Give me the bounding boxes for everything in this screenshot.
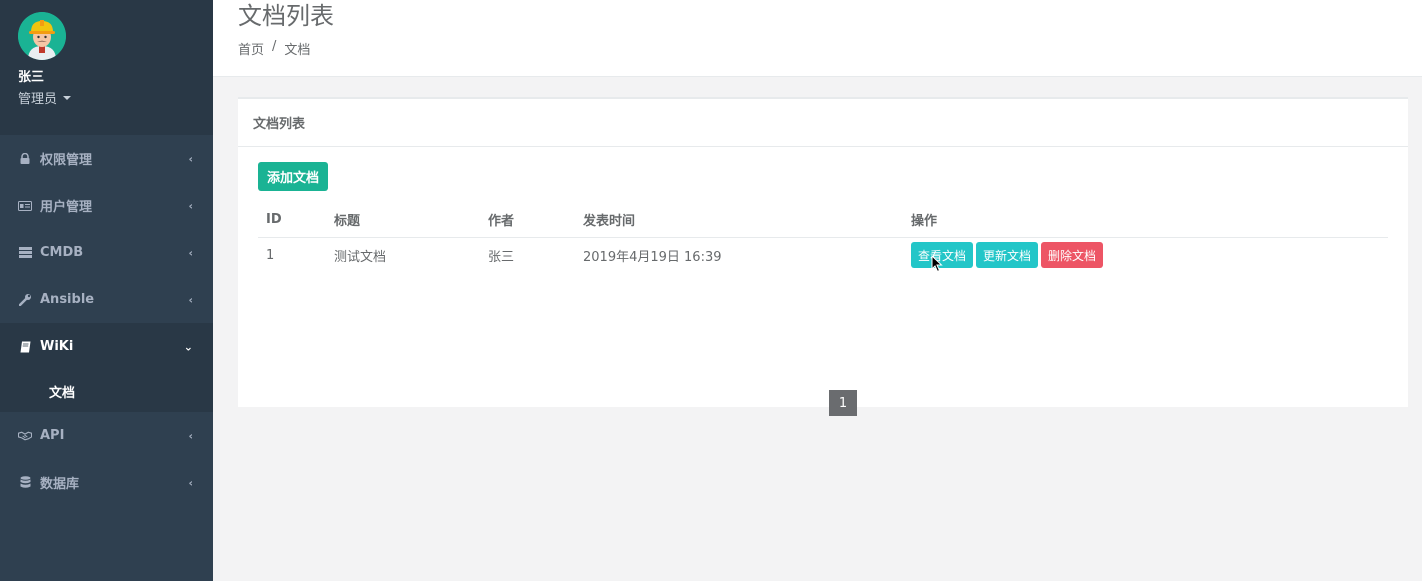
sidebar-subitem-label: 文档 bbox=[49, 385, 76, 401]
profile-name: 张三 bbox=[18, 70, 45, 85]
breadcrumb-current: 文档 bbox=[284, 43, 311, 58]
cell-actions: 查看文档 更新文档 删除文档 bbox=[903, 237, 1388, 273]
chevron-left-icon: ‹ bbox=[188, 429, 193, 442]
add-document-button[interactable]: 添加文档 bbox=[258, 162, 329, 191]
sidebar-item-api[interactable]: API ‹ bbox=[0, 412, 213, 459]
column-header-author: 作者 bbox=[480, 203, 575, 238]
sidebar: 张三 管理员 权限管理 ‹ 用户管理 ‹ CMDB ‹ Ansible ‹ Wi… bbox=[0, 0, 213, 581]
id-card-icon bbox=[18, 199, 32, 213]
chevron-left-icon: ‹ bbox=[188, 199, 193, 212]
cell-author: 张三 bbox=[488, 249, 515, 265]
book-icon bbox=[18, 340, 32, 354]
profile-role-dropdown[interactable]: 管理员 bbox=[18, 88, 195, 107]
sidebar-item-label: 权限管理 bbox=[40, 153, 93, 168]
view-document-button[interactable]: 查看文档 bbox=[911, 242, 974, 269]
avatar[interactable] bbox=[18, 12, 66, 60]
sidebar-nav: 权限管理 ‹ 用户管理 ‹ CMDB ‹ Ansible ‹ WiKi ⌄ 文档… bbox=[0, 135, 213, 506]
update-document-button[interactable]: 更新文档 bbox=[976, 242, 1039, 269]
document-table: ID 标题 作者 发表时间 操作 1 测试文档 张三 2019年4月19日 16… bbox=[258, 203, 1388, 273]
column-header-published-time: 发表时间 bbox=[575, 203, 903, 238]
sidebar-item-cmdb[interactable]: CMDB ‹ bbox=[0, 229, 213, 276]
pagination-page-current[interactable]: 1 bbox=[829, 390, 857, 416]
sidebar-item-label: Ansible bbox=[40, 292, 95, 307]
breadcrumb: 首页 / 文档 bbox=[238, 39, 310, 58]
page-title: 文档列表 bbox=[238, 2, 334, 30]
cell-published-time: 2019年4月19日 16:39 bbox=[583, 249, 722, 265]
sidebar-item-label: WiKi bbox=[40, 339, 74, 354]
cell-id: 1 bbox=[266, 247, 275, 263]
wrench-icon bbox=[18, 293, 32, 307]
server-icon bbox=[18, 246, 32, 260]
table-header-row: ID 标题 作者 发表时间 操作 bbox=[258, 203, 1388, 238]
sidebar-item-label: API bbox=[40, 428, 65, 443]
lock-icon bbox=[18, 152, 32, 166]
column-header-id: ID bbox=[258, 203, 326, 238]
page-heading: 文档列表 首页 / 文档 bbox=[213, 0, 1422, 77]
sidebar-item-permissions[interactable]: 权限管理 ‹ bbox=[0, 135, 213, 182]
database-icon bbox=[18, 476, 32, 490]
breadcrumb-separator: / bbox=[272, 39, 277, 54]
chevron-left-icon: ‹ bbox=[188, 293, 193, 306]
profile-panel: 张三 管理员 bbox=[0, 0, 213, 135]
panel-title: 文档列表 bbox=[238, 97, 1408, 147]
avatar-image bbox=[18, 12, 66, 60]
chevron-left-icon: ‹ bbox=[188, 476, 193, 489]
sidebar-item-ansible[interactable]: Ansible ‹ bbox=[0, 276, 213, 323]
profile-role-label: 管理员 bbox=[18, 92, 58, 107]
sidebar-item-label: 用户管理 bbox=[40, 200, 93, 215]
sidebar-item-database[interactable]: 数据库 ‹ bbox=[0, 459, 213, 506]
panel-content: 添加文档 ID 标题 作者 发表时间 操作 1 测试文档 张三 2019年4月1… bbox=[238, 147, 1408, 407]
chevron-down-icon: ⌄ bbox=[183, 340, 193, 353]
chevron-left-icon: ‹ bbox=[188, 246, 193, 259]
table-row: 1 测试文档 张三 2019年4月19日 16:39 查看文档 更新文档 删除文… bbox=[258, 237, 1388, 273]
handshake-icon bbox=[18, 429, 32, 443]
chevron-left-icon: ‹ bbox=[188, 152, 193, 165]
document-list-panel: 文档列表 添加文档 ID 标题 作者 发表时间 操作 1 测试文档 张三 201… bbox=[238, 97, 1408, 407]
main-content: 文档列表 首页 / 文档 文档列表 添加文档 ID 标题 作者 发表时间 操作 bbox=[213, 0, 1422, 581]
caret-down-icon bbox=[63, 95, 72, 100]
delete-document-button[interactable]: 删除文档 bbox=[1041, 242, 1104, 269]
sidebar-item-label: 数据库 bbox=[40, 477, 80, 492]
sidebar-item-users[interactable]: 用户管理 ‹ bbox=[0, 182, 213, 229]
cell-title: 测试文档 bbox=[334, 249, 387, 265]
sidebar-subitem-documents[interactable]: 文档 bbox=[0, 370, 213, 412]
sidebar-item-wiki[interactable]: WiKi ⌄ 文档 bbox=[0, 323, 213, 412]
column-header-title: 标题 bbox=[326, 203, 480, 238]
column-header-actions: 操作 bbox=[903, 203, 1388, 238]
sidebar-item-label: CMDB bbox=[40, 245, 84, 260]
breadcrumb-home-link[interactable]: 首页 bbox=[238, 39, 264, 58]
